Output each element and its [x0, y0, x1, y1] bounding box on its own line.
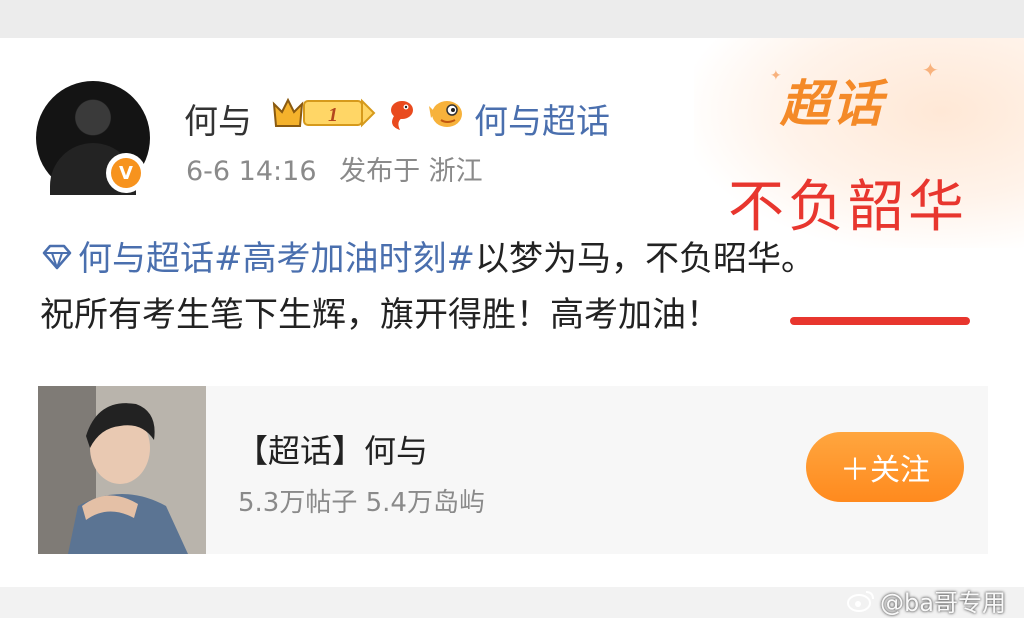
follow-button[interactable]: ＋关注 — [806, 432, 964, 502]
pufferfish-fan-icon — [429, 101, 462, 127]
topic-tag[interactable]: 何与超话 — [78, 239, 214, 279]
rank-number: 1 — [328, 104, 338, 126]
diamond-topic-icon — [42, 244, 72, 270]
chaohua-logo: 超话 — [780, 75, 884, 133]
highlight-underline — [790, 317, 970, 325]
post-text-line1: 以梦为马，不负昭华。 — [474, 239, 815, 279]
sparkle-icon: ✦ — [922, 58, 939, 82]
verified-v-icon: V — [106, 153, 146, 193]
top-strip — [0, 0, 1024, 38]
post-location: 发布于 浙江 — [339, 156, 483, 187]
post-meta: 6-6 14:16 发布于 浙江 — [186, 149, 497, 188]
topic-card[interactable]: 【超话】何与 5.3万帖子 5.4万岛屿 ＋关注 — [38, 386, 988, 554]
post-line-1: 何与超话#高考加油时刻#以梦为马，不负昭华。 — [40, 231, 1000, 287]
topic-card-title[interactable]: 【超话】何与 — [236, 426, 428, 472]
post-time: 6-6 14:16 — [186, 156, 317, 187]
post-card: V 何与 1 何与超话 6-6 14:16 发布于 浙江 超话 ✦ ✦ 不负韶华… — [0, 38, 1024, 617]
watermark: @ba哥专用 — [846, 583, 1006, 618]
post-line-2: 祝所有考生笔下生辉，旗开得胜！高考加油！ — [40, 295, 720, 335]
watermark-text: @ba哥专用 — [880, 589, 1006, 617]
goldfish-icon — [391, 101, 413, 130]
sparkle-icon: ✦ — [770, 68, 782, 84]
post-text: 何与超话#高考加油时刻#以梦为马，不负昭华。 祝所有考生笔下生辉，旗开得胜！高考… — [40, 231, 1000, 343]
topic-cover-photo — [38, 386, 206, 554]
topic-link[interactable]: 何与超话 — [474, 94, 610, 143]
crown-rank-badge-icon[interactable]: 1 — [270, 96, 380, 130]
topic-cover-figure — [38, 386, 206, 554]
topic-card-stats: 5.3万帖子 5.4万岛屿 — [238, 488, 485, 518]
weibo-logo-icon — [847, 590, 874, 612]
username[interactable]: 何与 — [184, 94, 252, 143]
hashtag[interactable]: #高考加油时刻# — [214, 239, 475, 279]
